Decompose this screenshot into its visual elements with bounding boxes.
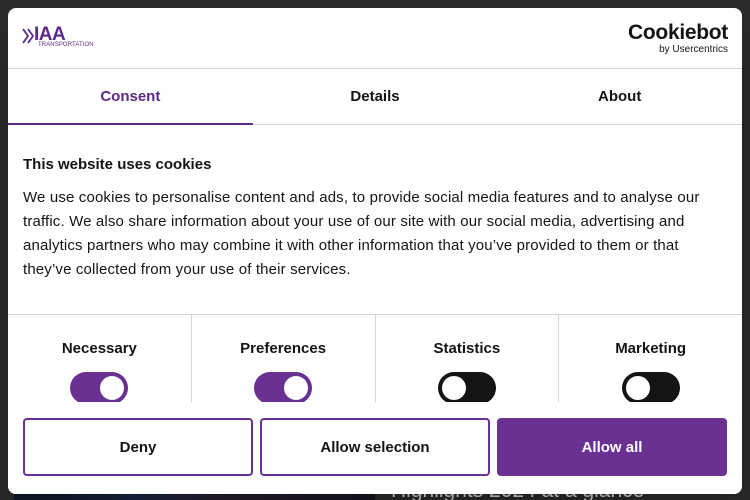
brand-logo-subtext: TRANSPORTATION (38, 42, 94, 48)
necessary-switch[interactable] (70, 372, 129, 404)
cookie-category-toggles: Necessary Preferences Statistics Marketi… (8, 314, 742, 404)
dialog-footer: Deny Allow selection Allow all (8, 402, 742, 494)
statistics-switch[interactable] (437, 372, 496, 404)
allow-selection-button[interactable]: Allow selection (260, 418, 490, 476)
toggle-marketing: Marketing (559, 315, 742, 404)
switch-knob (100, 376, 125, 400)
cookie-consent-dialog: IAA TRANSPORTATION Cookiebot by Usercent… (8, 8, 742, 494)
toggle-label-preferences: Preferences (240, 340, 327, 357)
tab-details[interactable]: Details (253, 69, 498, 124)
preferences-switch[interactable] (254, 372, 313, 404)
tab-about[interactable]: About (497, 69, 742, 124)
toggle-necessary: Necessary (8, 315, 192, 404)
dialog-header: IAA TRANSPORTATION Cookiebot by Usercent… (8, 8, 742, 69)
toggle-label-statistics: Statistics (433, 340, 501, 357)
brand-logo: IAA TRANSPORTATION (22, 24, 96, 52)
deny-button[interactable]: Deny (23, 418, 253, 476)
toggle-preferences: Preferences (192, 315, 376, 404)
toggle-label-marketing: Marketing (615, 340, 687, 357)
switch-knob (625, 376, 650, 400)
switch-knob (284, 376, 309, 400)
cookiebot-byline: by Usercentrics (659, 44, 728, 55)
cookiebot-logo: Cookiebot by Usercentrics (624, 22, 728, 56)
consent-content: This website uses cookies We use cookies… (23, 156, 728, 282)
toggle-label-necessary: Necessary (61, 340, 137, 357)
toggle-statistics: Statistics (376, 315, 560, 404)
allow-all-button[interactable]: Allow all (497, 418, 727, 476)
consent-description: We use cookies to personalise content an… (23, 189, 700, 278)
tab-consent[interactable]: Consent (8, 69, 253, 125)
cookiebot-wordmark: Cookiebot (628, 21, 728, 44)
switch-knob (441, 376, 466, 400)
consent-title: This website uses cookies (23, 156, 212, 173)
marketing-switch[interactable] (621, 372, 680, 404)
dialog-tabs: Consent Details About (8, 69, 742, 125)
